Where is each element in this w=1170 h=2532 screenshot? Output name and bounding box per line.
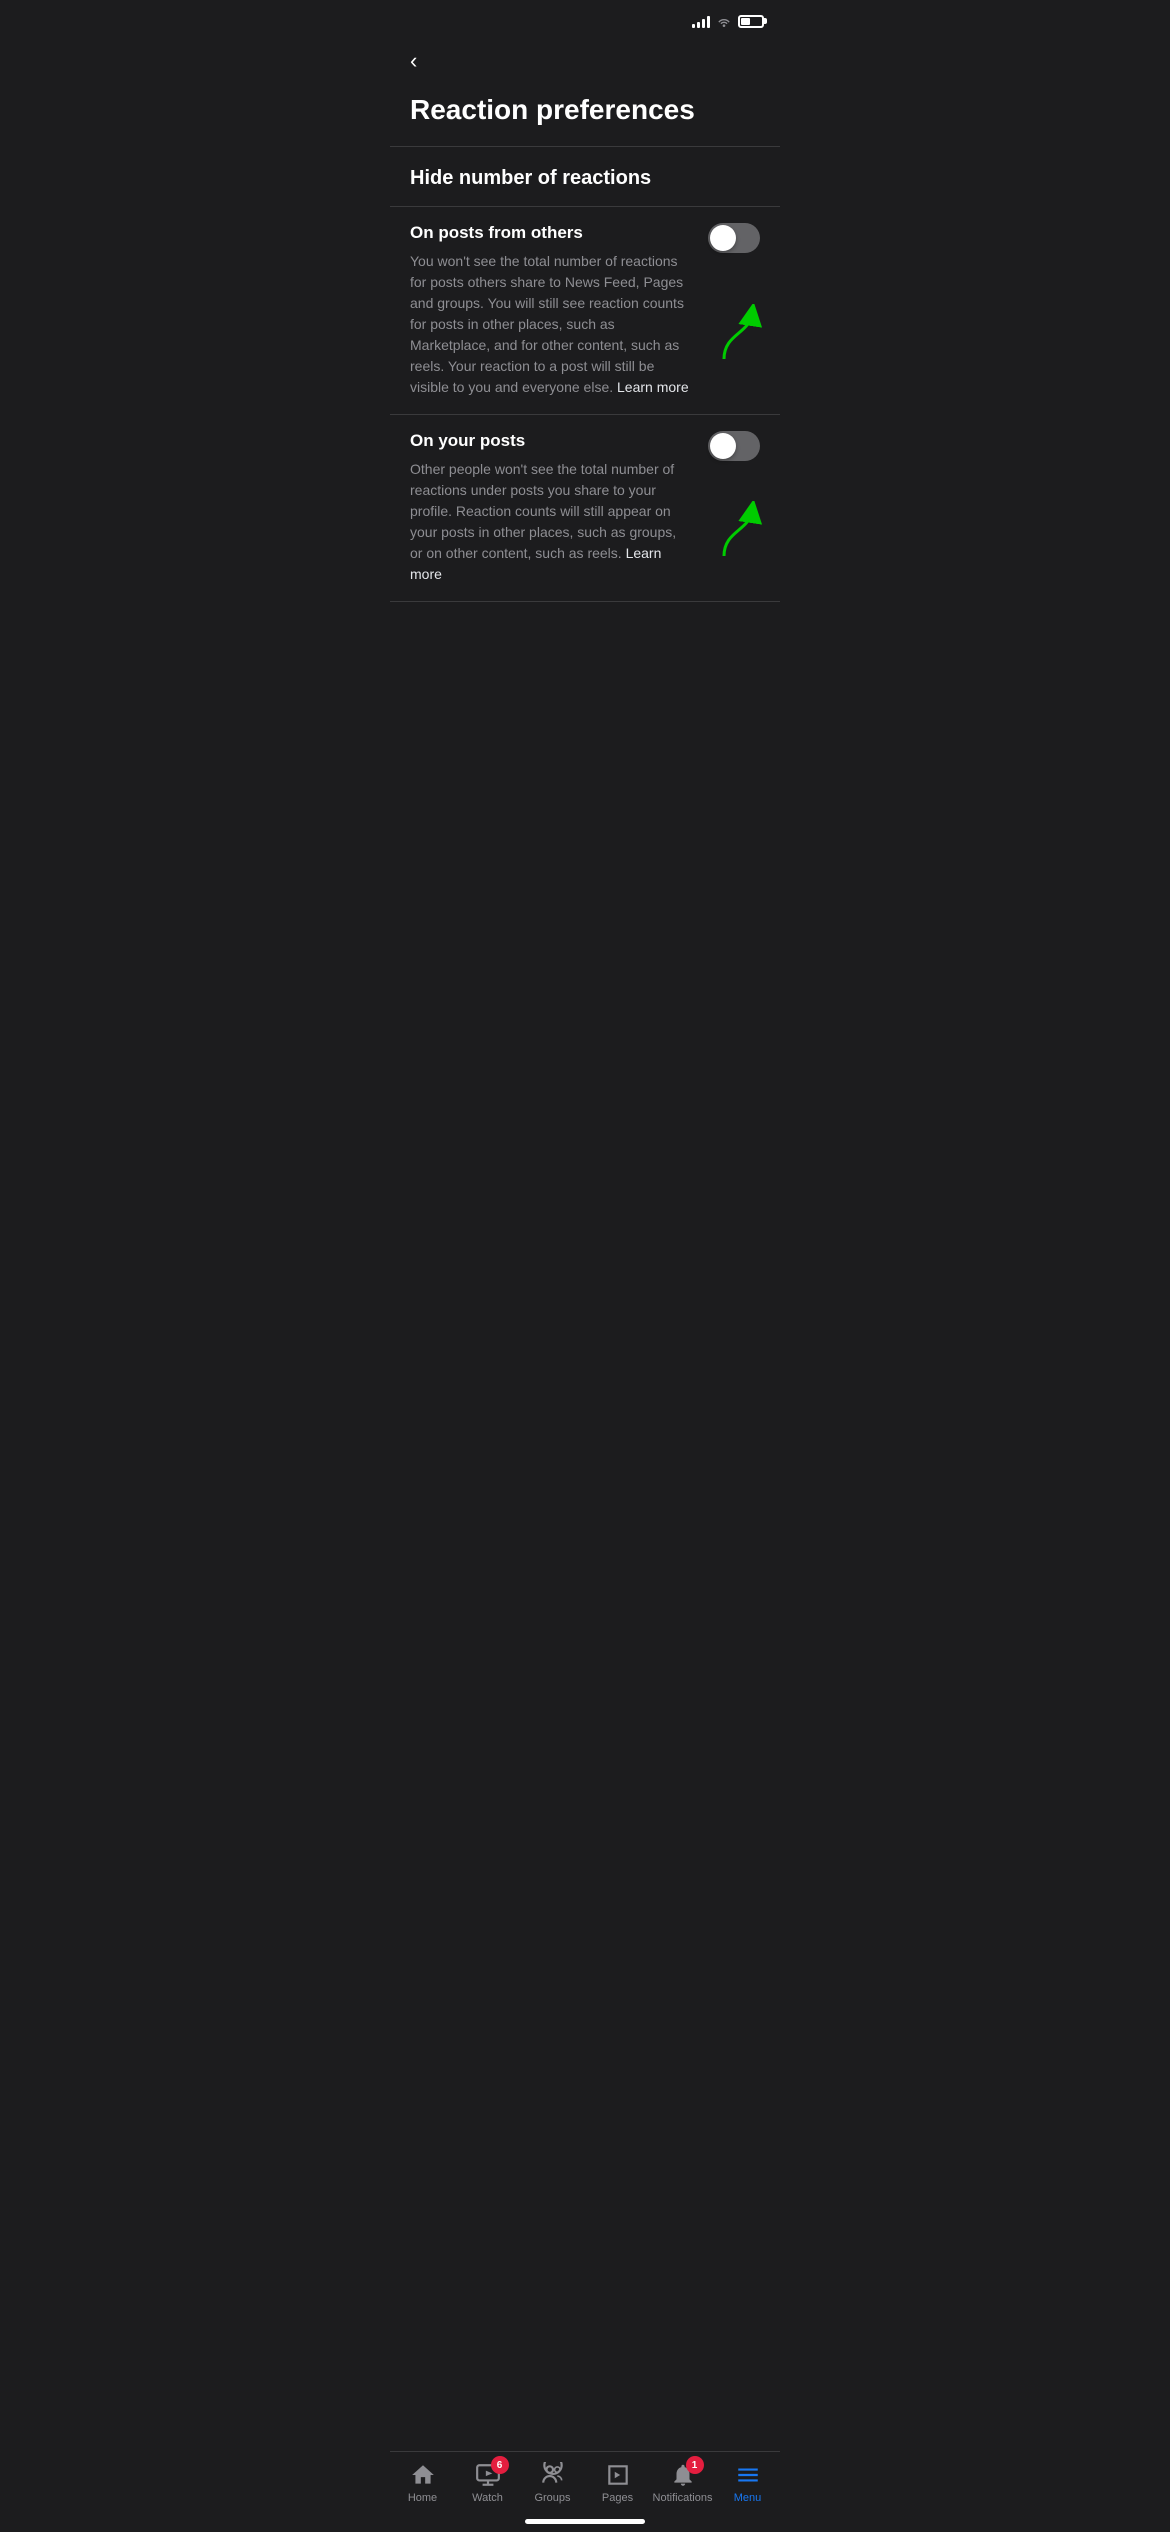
learn-more-others-link[interactable]: Learn more — [617, 379, 689, 395]
toggle-others-wrapper — [708, 223, 760, 253]
watch-badge: 6 — [491, 2456, 509, 2474]
nav-label-home: Home — [408, 2492, 437, 2504]
nav-item-home[interactable]: Home — [393, 2462, 453, 2504]
nav-label-notifications: Notifications — [653, 2492, 713, 2504]
home-icon — [410, 2462, 436, 2488]
wifi-icon — [716, 15, 732, 27]
bell-icon: 1 — [670, 2462, 696, 2488]
back-button[interactable]: ‹ — [390, 36, 780, 86]
divider-bottom — [390, 601, 780, 602]
nav-item-watch[interactable]: 6 Watch — [458, 2462, 518, 2504]
nav-label-watch: Watch — [472, 2492, 503, 2504]
nav-item-menu[interactable]: Menu — [718, 2462, 778, 2504]
watch-icon: 6 — [475, 2462, 501, 2488]
toggle-yours[interactable] — [708, 431, 760, 461]
nav-item-pages[interactable]: Pages — [588, 2462, 648, 2504]
back-arrow-icon: ‹ — [410, 48, 417, 73]
nav-label-groups: Groups — [534, 2492, 570, 2504]
green-arrow-yours — [714, 501, 764, 561]
status-bar — [390, 0, 780, 36]
signal-icon — [692, 14, 710, 28]
green-arrow-others — [714, 304, 764, 364]
pages-icon — [605, 2462, 631, 2488]
setting-desc-others: You won't see the total number of reacti… — [410, 251, 760, 398]
nav-label-pages: Pages — [602, 2492, 633, 2504]
setting-on-posts-from-others: On posts from others You won't see the t… — [390, 207, 780, 414]
home-bar — [525, 2519, 645, 2524]
page-title: Reaction preferences — [390, 86, 780, 146]
battery-icon — [738, 15, 764, 28]
notifications-badge: 1 — [686, 2456, 704, 2474]
toggle-yours-wrapper — [708, 431, 760, 461]
nav-label-menu: Menu — [734, 2492, 762, 2504]
toggle-knob-yours — [710, 433, 736, 459]
nav-item-notifications[interactable]: 1 Notifications — [653, 2462, 713, 2504]
toggle-knob-others — [710, 225, 736, 251]
groups-icon — [540, 2462, 566, 2488]
toggle-others[interactable] — [708, 223, 760, 253]
section-heading: Hide number of reactions — [390, 147, 780, 206]
setting-desc-yours: Other people won't see the total number … — [410, 459, 760, 585]
setting-on-your-posts: On your posts Other people won't see the… — [390, 415, 780, 601]
nav-item-groups[interactable]: Groups — [523, 2462, 583, 2504]
menu-icon — [735, 2462, 761, 2488]
